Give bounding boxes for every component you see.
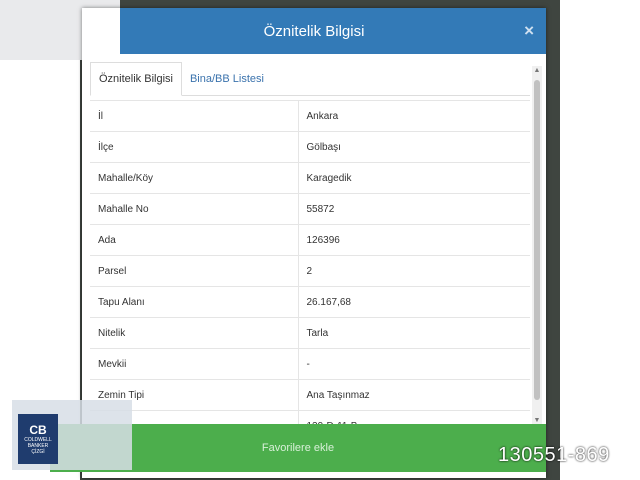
row-value: 55872 xyxy=(298,193,530,225)
attribute-table-container[interactable]: İl Ankara İlçe Gölbaşı Mahalle/Köy Karag… xyxy=(90,100,530,424)
row-key: Mevkii xyxy=(90,348,299,380)
row-key: İlçe xyxy=(90,131,299,163)
row-key: İl xyxy=(90,100,299,132)
row-value: 26.167,68 xyxy=(298,286,530,318)
row-value: Ana Taşınmaz xyxy=(298,379,530,411)
row-value: - xyxy=(298,348,530,380)
row-value: Karagedik xyxy=(298,162,530,194)
table-row: Mahalle/Köy Karagedik xyxy=(90,162,530,194)
table-row: Parsel 2 xyxy=(90,255,530,287)
row-value: 126396 xyxy=(298,224,530,256)
scroll-up-icon[interactable]: ▲ xyxy=(533,66,541,76)
row-key: Parsel xyxy=(90,255,299,287)
logo-line-3: ÇİZGİ xyxy=(31,449,45,455)
row-value: 129-D-11-B xyxy=(298,410,530,424)
row-value: 2 xyxy=(298,255,530,287)
tab-building-list[interactable]: Bina/BB Listesi xyxy=(182,62,272,96)
row-key: Tapu Alanı xyxy=(90,286,299,318)
listing-number-watermark: 130551-869 xyxy=(498,444,610,466)
row-key: Nitelik xyxy=(90,317,299,349)
dialog-header: Öznitelik Bilgisi × xyxy=(82,8,546,54)
row-value: Tarla xyxy=(298,317,530,349)
header-left-block xyxy=(82,8,120,54)
row-key: Ada xyxy=(90,224,299,256)
table-row: Mahalle No 55872 xyxy=(90,193,530,225)
tab-bar: Öznitelik Bilgisi Bina/BB Listesi xyxy=(90,62,530,96)
table-row: Nitelik Tarla xyxy=(90,317,530,349)
close-icon[interactable]: × xyxy=(524,21,534,41)
scrollbar-thumb[interactable] xyxy=(534,80,540,400)
table-row: 129-D-11-B xyxy=(90,410,530,424)
table-row: Tapu Alanı 26.167,68 xyxy=(90,286,530,318)
table-scrollbar[interactable]: ▲ ▼ xyxy=(532,66,542,426)
table-row: Mevkii - xyxy=(90,348,530,380)
table-row: İl Ankara xyxy=(90,100,530,132)
brand-logo: CB COLDWELL BANKER ÇİZGİ xyxy=(12,400,132,470)
attribute-info-dialog: Öznitelik Bilgisi × Öznitelik Bilgisi Bi… xyxy=(82,8,546,478)
row-value: Ankara xyxy=(298,100,530,132)
row-key: Mahalle No xyxy=(90,193,299,225)
row-key: Mahalle/Köy xyxy=(90,162,299,194)
logo-badge: CB COLDWELL BANKER ÇİZGİ xyxy=(18,414,58,464)
table-row: Zemin Tipi Ana Taşınmaz xyxy=(90,379,530,411)
tab-attribute-info[interactable]: Öznitelik Bilgisi xyxy=(90,62,182,96)
logo-mark: CB xyxy=(29,423,47,437)
dialog-title: Öznitelik Bilgisi xyxy=(263,22,365,40)
table-row: İlçe Gölbaşı xyxy=(90,131,530,163)
row-value: Gölbaşı xyxy=(298,131,530,163)
table-row: Ada 126396 xyxy=(90,224,530,256)
attribute-table: İl Ankara İlçe Gölbaşı Mahalle/Köy Karag… xyxy=(90,100,530,424)
